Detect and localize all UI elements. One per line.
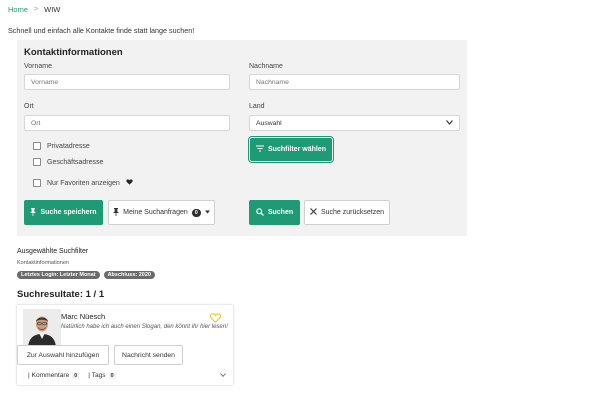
checkbox-label: Geschäftsadresse — [47, 158, 104, 166]
heart-icon — [126, 179, 133, 187]
selected-filters-subtitle: Kontaktinformationen — [17, 260, 69, 266]
my-searches-button[interactable]: Meine Suchanfragen 0 — [108, 200, 215, 225]
add-to-selection-button[interactable]: Zur Auswahl hinzufügen — [17, 345, 109, 365]
contact-slogan: Natürlich habe ich auch einen Slogan, de… — [61, 324, 228, 330]
land-label: Land — [249, 103, 265, 110]
ort-input[interactable] — [24, 115, 230, 131]
favorite-heart-icon[interactable] — [209, 313, 222, 325]
pin-icon — [113, 207, 120, 218]
breadcrumb: Home > WIW — [8, 5, 60, 14]
comments-count: 0 — [72, 372, 80, 379]
checkbox-nur-favoriten[interactable]: Nur Favoriten anzeigen — [33, 179, 133, 187]
my-searches-label: Meine Suchanfragen — [123, 209, 188, 216]
breadcrumb-separator: > — [34, 6, 39, 13]
search-button[interactable]: Suchen — [249, 200, 300, 225]
search-icon — [256, 207, 264, 218]
filter-select-button[interactable]: Suchfilter wählen — [248, 136, 334, 163]
pin-icon — [30, 207, 37, 218]
ort-label: Ort — [24, 103, 34, 110]
my-searches-count-badge: 0 — [191, 208, 201, 217]
land-select[interactable]: Auswahl — [249, 115, 460, 131]
result-card: Marc Nüesch Natürlich habe ich auch eine… — [17, 305, 233, 385]
panel-title: Kontaktinformationen — [24, 47, 123, 58]
vorname-input[interactable] — [24, 74, 230, 90]
checkbox-box[interactable] — [33, 158, 41, 166]
tags-count: 0 — [108, 372, 116, 379]
nachname-input[interactable] — [249, 74, 460, 90]
selected-filter-chips: Letztes Login: Letzter Monat Abschluss: … — [17, 271, 155, 279]
card-footer: | Kommentare 0 | Tags 0 — [28, 372, 116, 379]
chevron-down-icon — [446, 119, 453, 127]
vorname-label: Vorname — [24, 63, 53, 70]
caret-down-icon — [204, 209, 210, 216]
checkbox-label: Privatadresse — [47, 142, 90, 150]
send-message-button[interactable]: Nachricht senden — [114, 345, 183, 365]
close-icon — [310, 208, 317, 217]
nachname-label: Nachname — [249, 63, 283, 70]
land-select-value: Auswahl — [256, 119, 282, 127]
page-tagline: Schnell und einfach alle Kontakte finde … — [8, 26, 195, 35]
breadcrumb-home-link[interactable]: Home — [8, 5, 28, 14]
search-button-label: Suchen — [267, 209, 294, 216]
filter-chip[interactable]: Abschluss: 2020 — [103, 271, 155, 279]
filter-chip[interactable]: Letztes Login: Letzter Monat — [17, 271, 100, 279]
selected-filters-title: Ausgewählte Suchfilter — [17, 248, 89, 255]
checkbox-box[interactable] — [33, 179, 41, 187]
reset-search-button[interactable]: Suche zurücksetzen — [304, 200, 390, 225]
checkbox-geschaeftsadresse[interactable]: Geschäftsadresse — [33, 158, 103, 166]
results-title: Suchresultate: 1 / 1 — [17, 289, 105, 300]
checkbox-privatadresse[interactable]: Privatadresse — [33, 142, 90, 150]
save-search-label: Suche speichern — [40, 209, 97, 216]
contact-search-panel: Kontaktinformationen Vorname Nachname Or… — [17, 40, 467, 236]
chevron-down-icon[interactable] — [220, 373, 226, 379]
comments-label[interactable]: | Kommentare — [28, 372, 69, 379]
filter-select-label: Suchfilter wählen — [268, 146, 326, 153]
save-search-button[interactable]: Suche speichern — [24, 200, 103, 225]
reset-search-label: Suche zurücksetzen — [320, 209, 385, 216]
checkbox-label: Nur Favoriten anzeigen — [47, 179, 120, 187]
checkbox-box[interactable] — [33, 142, 41, 150]
tags-label[interactable]: | Tags — [88, 372, 105, 379]
breadcrumb-current: WIW — [44, 5, 61, 14]
contact-name[interactable]: Marc Nüesch — [61, 312, 105, 321]
avatar[interactable] — [23, 309, 61, 347]
filter-lines-icon — [256, 145, 265, 154]
